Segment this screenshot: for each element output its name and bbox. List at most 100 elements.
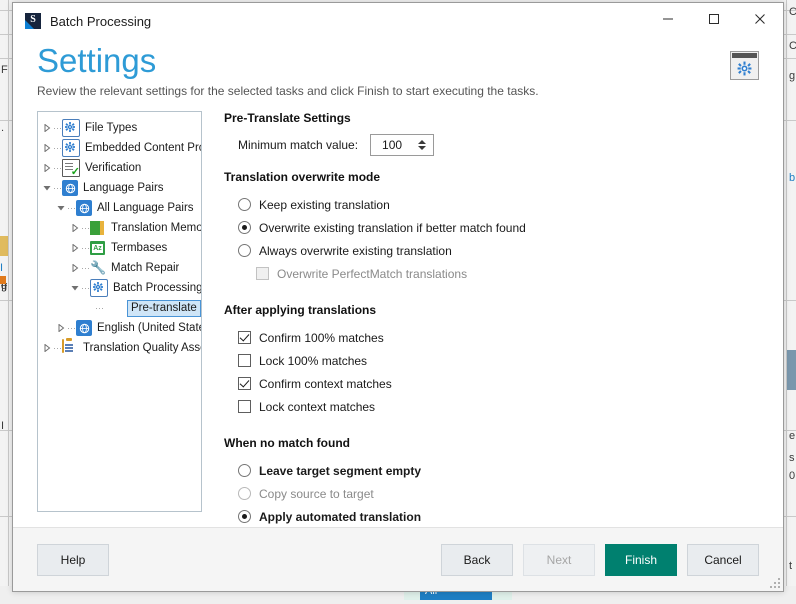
stepper-down-icon[interactable] xyxy=(417,146,426,150)
next-button: Next xyxy=(523,543,595,576)
window-title: Batch Processing xyxy=(50,13,152,29)
tree-item-verification[interactable]: ··· ✓ Verification xyxy=(38,158,201,178)
tree-expander-collapsed[interactable] xyxy=(40,344,53,352)
tree-item-label: Match Repair xyxy=(111,262,180,274)
no-match-option-1[interactable]: Copy source to target xyxy=(238,482,759,505)
tree-item-termbases[interactable]: ··· Az Termbases xyxy=(38,238,201,258)
window-controls xyxy=(645,3,783,39)
overwrite-mode-label-0: Keep existing translation xyxy=(259,197,390,212)
after-applying-label-0: Confirm 100% matches xyxy=(259,330,384,345)
tree-item-english-united-states[interactable]: ··· English (United States xyxy=(38,318,201,338)
tree-item-language-pairs[interactable]: ··· Language Pairs xyxy=(38,178,201,198)
tree-item-all-language-pairs[interactable]: ··· All Language Pairs xyxy=(38,198,201,218)
after-applying-row-2[interactable]: Confirm context matches xyxy=(238,372,759,395)
overwrite-mode-option-1[interactable]: Overwrite existing translation if better… xyxy=(238,216,759,239)
overwrite-perfectmatch-row[interactable]: Overwrite PerfectMatch translations xyxy=(256,262,759,285)
overwrite-perfectmatch-checkbox[interactable] xyxy=(256,267,269,280)
tree-item-label: Termbases xyxy=(111,242,168,254)
no-match-option-2[interactable]: Apply automated translation xyxy=(238,505,759,528)
after-applying-label-3: Lock context matches xyxy=(259,399,376,414)
no-match-radio-1[interactable] xyxy=(238,487,251,500)
back-button[interactable]: Back xyxy=(441,543,513,576)
tree-item-label: Translation Memo xyxy=(111,222,201,234)
tree-expander-collapsed[interactable] xyxy=(40,124,53,132)
termbase-icon: Az xyxy=(90,240,106,256)
tree-item-translation-quality-assess[interactable]: ··· Translation Quality Assess xyxy=(38,338,201,358)
stepper-up-icon[interactable] xyxy=(417,140,426,144)
settings-gear-button[interactable] xyxy=(730,51,759,80)
trados-studio-icon: S xyxy=(25,13,41,29)
after-applying-checkbox-0[interactable] xyxy=(238,331,251,344)
tree-item-batch-processing[interactable]: ··· Batch Processing xyxy=(38,278,201,298)
settings-tree[interactable]: ··· File Types ··· Embedded Content Proc ···… xyxy=(37,111,202,512)
close-button[interactable] xyxy=(737,3,783,35)
stepper-arrows[interactable] xyxy=(413,140,433,150)
tree-expander-expanded[interactable] xyxy=(68,284,81,292)
overwrite-mode-radio-0[interactable] xyxy=(238,198,251,211)
tree-item-match-repair[interactable]: ··· 🔧 Match Repair xyxy=(38,258,201,278)
tree-item-label: Language Pairs xyxy=(83,182,164,194)
tree-connector: ··· xyxy=(53,123,62,133)
tree-item-label: Translation Quality Assess xyxy=(83,342,201,354)
tree-expander-expanded[interactable] xyxy=(40,184,53,192)
tree-expander-collapsed[interactable] xyxy=(68,224,81,232)
tree-item-pre-translate-files[interactable]: ··· Pre-translate Files xyxy=(38,298,201,318)
tree-connector: ··· xyxy=(53,143,62,153)
minimize-button[interactable] xyxy=(645,3,691,35)
tree-expander-collapsed[interactable] xyxy=(68,244,81,252)
no-match-radio-2[interactable] xyxy=(238,510,251,523)
after-applying-row-3[interactable]: Lock context matches xyxy=(238,395,759,418)
title-bar: S Batch Processing xyxy=(13,3,783,39)
dialog-footer: Help Back Next Finish Cancel xyxy=(13,527,783,591)
no-match-radio-0[interactable] xyxy=(238,464,251,477)
after-applying-checkbox-2[interactable] xyxy=(238,377,251,390)
no-match-label-1: Copy source to target xyxy=(259,486,374,501)
page-subtitle: Review the relevant settings for the sel… xyxy=(37,84,539,98)
gear-box-icon xyxy=(62,139,80,157)
footer-button-group: Back Next Finish Cancel xyxy=(441,543,759,576)
maximize-button[interactable] xyxy=(691,3,737,35)
tree-expander-expanded[interactable] xyxy=(54,204,67,212)
resize-grip[interactable] xyxy=(768,576,780,588)
overwrite-mode-radio-1[interactable] xyxy=(238,221,251,234)
minimum-match-value-input[interactable]: 100 xyxy=(371,138,413,152)
language-globe-icon xyxy=(76,200,92,216)
after-applying-row-1[interactable]: Lock 100% matches xyxy=(238,349,759,372)
overwrite-mode-option-0[interactable]: Keep existing translation xyxy=(238,193,759,216)
tree-expander-collapsed[interactable] xyxy=(68,264,81,272)
tree-connector: ··· xyxy=(53,343,62,353)
tree-expander-collapsed[interactable] xyxy=(40,144,53,152)
tree-item-embedded-content-proc[interactable]: ··· Embedded Content Proc xyxy=(38,138,201,158)
dialog-body: ··· File Types ··· Embedded Content Proc ···… xyxy=(13,111,783,527)
tree-item-label: File Types xyxy=(85,122,138,134)
tree-item-translation-memo[interactable]: ··· Translation Memo xyxy=(38,218,201,238)
verification-doc-icon: ✓ xyxy=(62,159,80,178)
app-icon-letter: S xyxy=(30,14,36,25)
after-applying-checkbox-3[interactable] xyxy=(238,400,251,413)
cancel-button[interactable]: Cancel xyxy=(687,543,759,576)
tree-expander-collapsed[interactable] xyxy=(40,164,53,172)
overwrite-perfectmatch-label: Overwrite PerfectMatch translations xyxy=(277,266,468,281)
after-applying-label-2: Confirm context matches xyxy=(259,376,392,391)
tree-connector: ··· xyxy=(53,183,62,193)
tree-item-file-types[interactable]: ··· File Types xyxy=(38,118,201,138)
after-applying-row-0[interactable]: Confirm 100% matches xyxy=(238,326,759,349)
tree-item-label: Embedded Content Proc xyxy=(85,142,201,154)
overwrite-mode-label-2: Always overwrite existing translation xyxy=(259,243,452,258)
help-button[interactable]: Help xyxy=(37,543,109,576)
after-applying-label-1: Lock 100% matches xyxy=(259,353,368,368)
tree-connector: ··· xyxy=(81,283,90,293)
minimum-match-value-stepper[interactable]: 100 xyxy=(370,134,435,156)
finish-button[interactable]: Finish xyxy=(605,543,677,576)
tree-expander-collapsed[interactable] xyxy=(54,324,67,332)
overwrite-mode-radio-2[interactable] xyxy=(238,244,251,257)
clipboard-icon xyxy=(62,338,78,356)
after-applying-title: After applying translations xyxy=(224,303,377,317)
no-match-label-2: Apply automated translation xyxy=(259,509,422,524)
no-match-option-0[interactable]: Leave target segment empty xyxy=(238,459,759,482)
after-applying-checkbox-1[interactable] xyxy=(238,354,251,367)
tree-connector: ··· xyxy=(67,203,76,213)
overwrite-mode-option-2[interactable]: Always overwrite existing translation xyxy=(238,239,759,262)
minimum-match-value-row: Minimum match value: 100 xyxy=(238,134,759,156)
gear-box-icon xyxy=(90,279,108,297)
